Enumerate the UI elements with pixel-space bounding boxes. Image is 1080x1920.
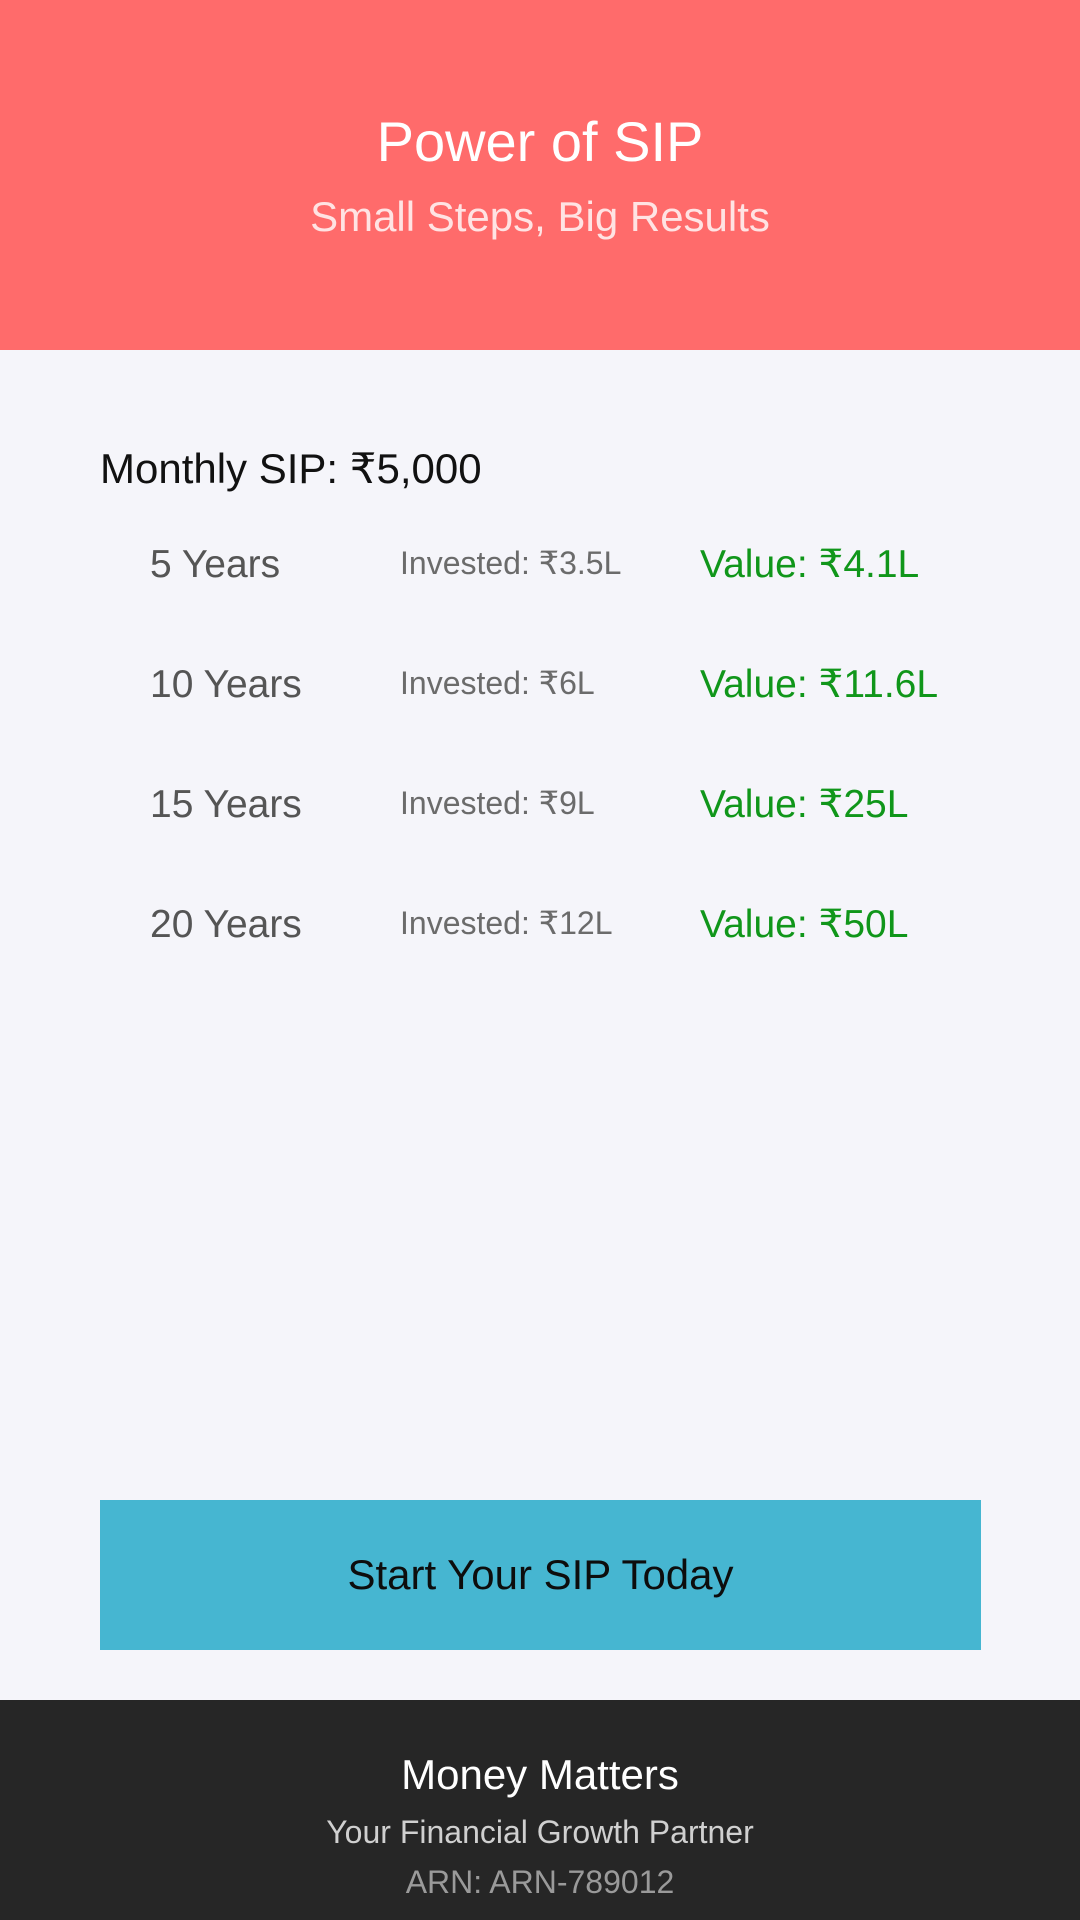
main-content: Monthly SIP: ₹5,000 5 Years Invested: ₹3… <box>0 350 1080 1700</box>
projection-years: 5 Years <box>150 543 281 586</box>
projection-years: 15 Years <box>150 783 302 826</box>
projection-value: Value: ₹11.6L <box>700 663 939 706</box>
projection-row: 10 Years Invested: ₹6L Value: ₹11.6L <box>0 660 1080 780</box>
projection-value: Value: ₹4.1L <box>700 543 920 586</box>
footer-arn: ARN: ARN-789012 <box>405 1864 675 1900</box>
projection-years: 20 Years <box>150 903 302 946</box>
footer-tagline: Your Financial Growth Partner <box>326 1814 754 1850</box>
sip-page: Power of SIP Small Steps, Big Results Mo… <box>0 0 1080 1920</box>
projection-years: 10 Years <box>150 663 302 706</box>
projection-invested: Invested: ₹3.5L <box>400 545 622 581</box>
projection-value: Value: ₹25L <box>700 783 909 826</box>
header-banner: Power of SIP Small Steps, Big Results <box>0 0 1080 350</box>
monthly-sip-label: Monthly SIP: ₹5,000 <box>100 445 482 492</box>
page-subtitle: Small Steps, Big Results <box>310 193 770 240</box>
projection-invested: Invested: ₹12L <box>400 905 613 941</box>
projection-row: 15 Years Invested: ₹9L Value: ₹25L <box>0 780 1080 900</box>
footer: Money Matters Your Financial Growth Part… <box>0 1700 1080 1920</box>
projection-value: Value: ₹50L <box>700 903 909 946</box>
page-title: Power of SIP <box>376 110 704 173</box>
projection-invested: Invested: ₹9L <box>400 785 595 821</box>
projection-row: 5 Years Invested: ₹3.5L Value: ₹4.1L <box>0 540 1080 660</box>
footer-brand-name: Money Matters <box>401 1751 679 1798</box>
start-sip-button[interactable]: Start Your SIP Today <box>100 1500 981 1650</box>
projection-row: 20 Years Invested: ₹12L Value: ₹50L <box>0 900 1080 1020</box>
projection-list: 5 Years Invested: ₹3.5L Value: ₹4.1L 10 … <box>0 540 1080 1020</box>
projection-invested: Invested: ₹6L <box>400 665 595 701</box>
